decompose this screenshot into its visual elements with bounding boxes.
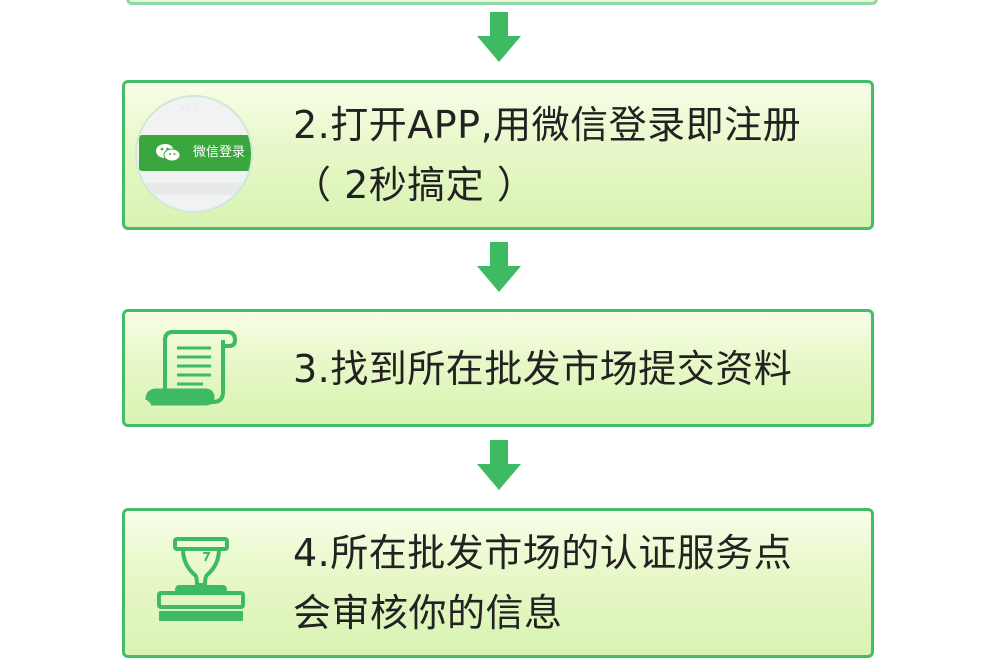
step-card-4: 4.所在批发市场的认证服务点 会审核你的信息 [122,508,874,658]
step-card-3: 3.找到所在批发市场提交资料 [122,309,874,427]
step-4-text: 4.所在批发市场的认证服务点 会审核你的信息 [293,523,851,643]
step-2-line-1: 2.打开APP,用微信登录即注册 [293,103,802,147]
wechat-login-pill: 微信登录 [139,135,251,171]
wechat-login-badge-icon: · · · 微信登录 [135,95,253,213]
step-4-line-2: 会审核你的信息 [293,591,563,635]
step-2-line-2: （ 2秒搞定 ） [293,163,536,207]
wechat-login-label: 微信登录 [193,145,246,160]
step-3-text: 3.找到所在批发市场提交资料 [293,339,851,399]
step-card-2: · · · 微信登录 2.打开APP,用微信登录即注册 （ 2秒搞定 ） [122,80,874,230]
wechat-icon [156,144,181,162]
step-4-line-1: 4.所在批发市场的认证服务点 [293,531,793,575]
previous-step-card-edge [126,0,878,5]
stamp-icon [157,537,245,621]
down-arrow-icon [477,440,521,494]
down-arrow-icon [477,12,521,66]
scroll-document-icon [145,330,238,406]
step-2-text: 2.打开APP,用微信登录即注册 （ 2秒搞定 ） [293,95,851,215]
down-arrow-icon [477,242,521,296]
step-3-line-1: 3.找到所在批发市场提交资料 [293,347,793,391]
